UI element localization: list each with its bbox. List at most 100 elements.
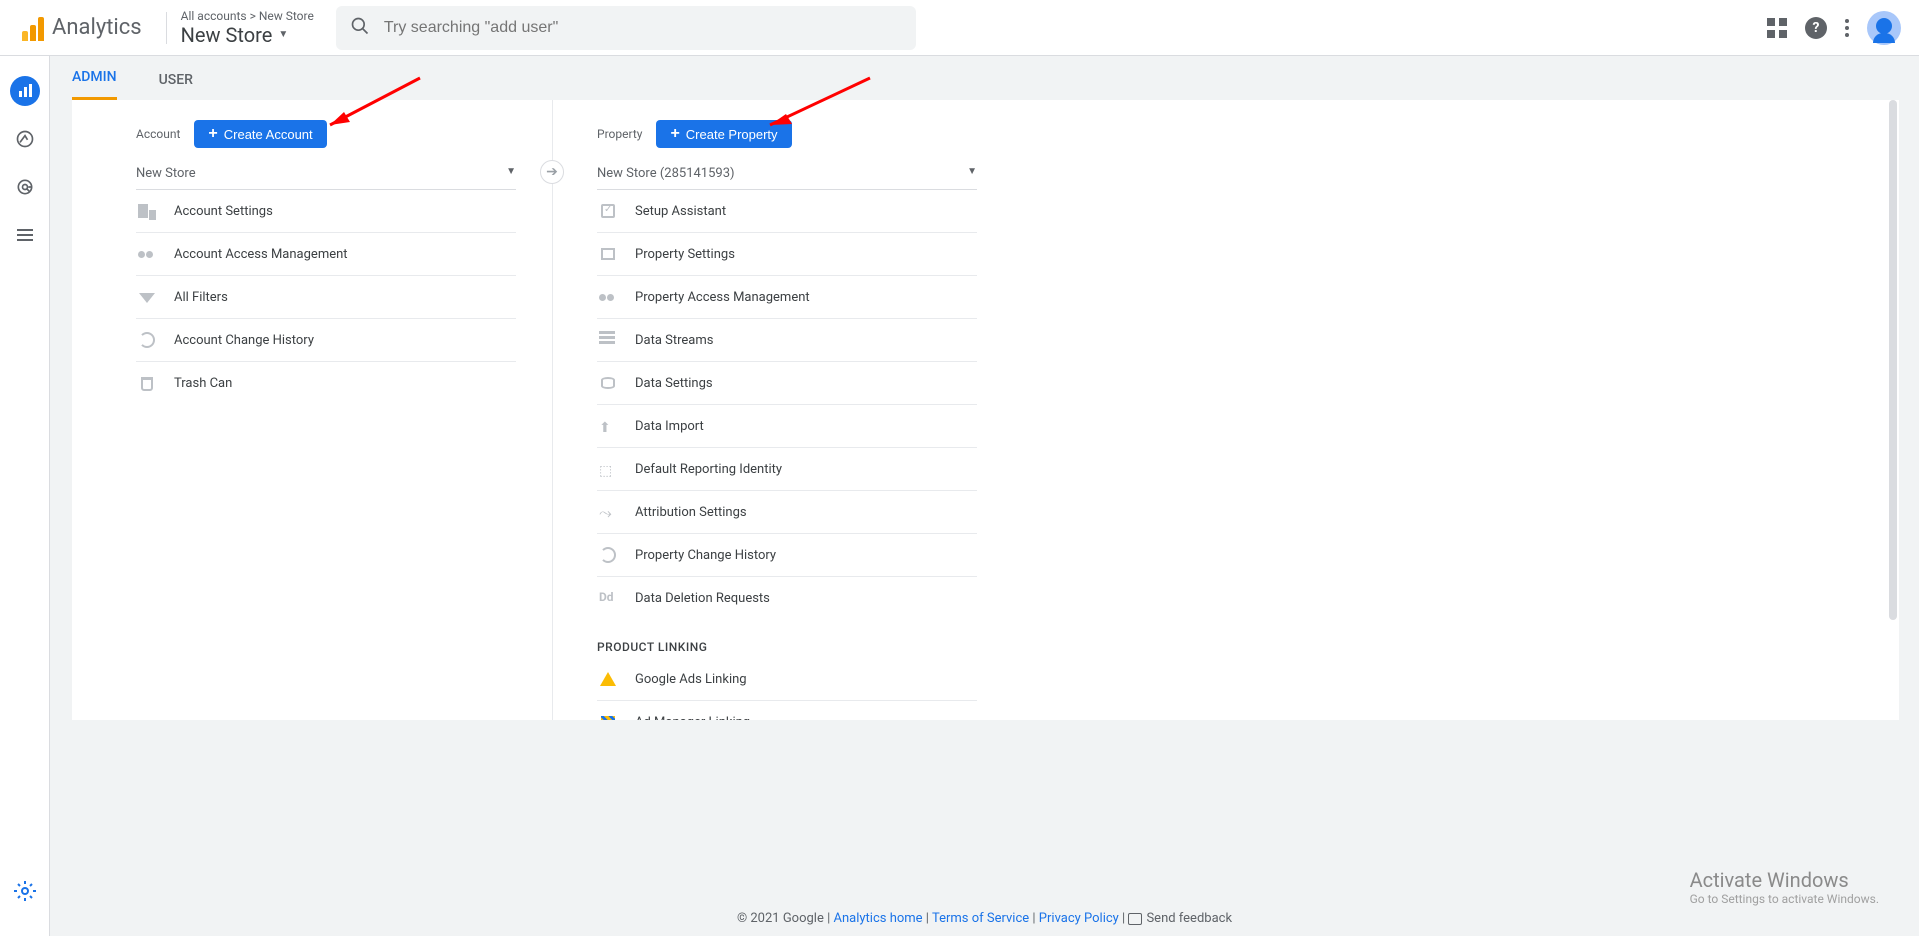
check-icon <box>597 204 619 218</box>
search-bar[interactable] <box>336 6 916 50</box>
dd-icon: Dd <box>597 590 619 608</box>
collapse-button[interactable]: ➔ <box>540 160 564 184</box>
item-label: Account Access Management <box>174 247 348 262</box>
list-item[interactable]: Dd Data Deletion Requests <box>597 577 977 620</box>
prop-icon <box>597 248 619 260</box>
item-label: Account Settings <box>174 204 273 219</box>
create-account-button[interactable]: + Create Account <box>194 120 326 148</box>
account-selector[interactable]: New Store ▼ <box>136 162 516 190</box>
trash-icon <box>136 377 158 391</box>
column-separator: ➔ <box>552 100 553 720</box>
list-item[interactable]: Property Access Management <box>597 276 977 319</box>
list-item[interactable]: Data Streams <box>597 319 977 362</box>
chevron-down-icon: ▼ <box>506 166 516 181</box>
help-icon[interactable]: ? <box>1805 17 1827 39</box>
product-linking-list: Google Ads Linking Ad Manager Linking <box>597 658 977 720</box>
search-icon <box>350 16 370 40</box>
item-label: Account Change History <box>174 333 314 348</box>
account-selected: New Store <box>136 166 196 181</box>
item-label: Setup Assistant <box>635 204 726 219</box>
create-property-label: Create Property <box>686 127 778 142</box>
item-label: All Filters <box>174 290 228 305</box>
list-item[interactable]: Default Reporting Identity <box>597 448 977 491</box>
item-label: Data Import <box>635 419 704 434</box>
stream-icon <box>597 331 619 349</box>
list-item[interactable]: Data Import <box>597 405 977 448</box>
nav-advertising-icon[interactable] <box>10 172 40 202</box>
nav-reports-icon[interactable] <box>10 76 40 106</box>
scrollbar[interactable] <box>1889 100 1897 720</box>
logo-block[interactable]: Analytics <box>12 15 152 41</box>
footer-tos-link[interactable]: Terms of Service <box>932 911 1029 926</box>
feedback-icon <box>1128 913 1142 925</box>
funnel-icon <box>136 291 158 303</box>
app-header: Analytics All accounts > New Store New S… <box>0 0 1919 56</box>
property-selected: New Store (285141593) <box>597 166 735 181</box>
footer-home-link[interactable]: Analytics home <box>834 911 923 926</box>
attr-icon <box>597 503 619 521</box>
footer-copyright: © 2021 Google <box>737 911 824 926</box>
item-label: Property Access Management <box>635 290 810 305</box>
group-icon <box>136 245 158 263</box>
property-selector[interactable]: New Store (285141593) ▼ <box>597 162 977 190</box>
item-label: Property Settings <box>635 247 735 262</box>
nav-explore-icon[interactable] <box>10 124 40 154</box>
am-icon <box>597 716 619 721</box>
list-item[interactable]: Account Settings <box>136 190 516 233</box>
chevron-down-icon: ▼ <box>278 29 288 40</box>
list-item[interactable]: Google Ads Linking <box>597 658 977 701</box>
footer-privacy-link[interactable]: Privacy Policy <box>1039 911 1119 926</box>
create-account-label: Create Account <box>224 127 313 142</box>
list-item[interactable]: All Filters <box>136 276 516 319</box>
item-label: Attribution Settings <box>635 505 747 520</box>
product-linking-header: PRODUCT LINKING <box>597 640 977 654</box>
item-label: Property Change History <box>635 548 776 563</box>
list-item[interactable]: Ad Manager Linking <box>597 701 977 720</box>
property-column: Property + Create Property New Store (28… <box>553 100 1009 720</box>
avatar[interactable] <box>1867 11 1901 45</box>
account-name: New Store <box>181 23 273 47</box>
plus-icon: + <box>670 125 679 143</box>
product-name: Analytics <box>52 15 142 40</box>
admin-gear-icon[interactable] <box>10 876 40 906</box>
history-icon <box>597 547 619 563</box>
more-menu-icon[interactable] <box>1845 19 1849 37</box>
id-icon <box>597 460 619 478</box>
admin-panel: Account + Create Account New Store ▼ Acc… <box>72 100 1899 720</box>
tab-admin[interactable]: ADMIN <box>72 57 117 100</box>
item-label: Default Reporting Identity <box>635 462 782 477</box>
breadcrumb: All accounts > New Store <box>181 9 314 23</box>
nav-configure-icon[interactable] <box>10 220 40 250</box>
create-property-button[interactable]: + Create Property <box>656 120 791 148</box>
footer-feedback[interactable]: Send feedback <box>1146 911 1232 926</box>
item-label: Data Deletion Requests <box>635 591 770 606</box>
account-label: Account <box>136 127 180 141</box>
search-input[interactable] <box>384 19 902 37</box>
account-settings-list: Account Settings Account Access Managemen… <box>136 190 516 405</box>
list-item[interactable]: Property Settings <box>597 233 977 276</box>
list-item[interactable]: Trash Can <box>136 362 516 405</box>
ads-icon <box>597 672 619 686</box>
list-item[interactable]: Account Access Management <box>136 233 516 276</box>
windows-watermark: Activate Windows Go to Settings to activ… <box>1690 868 1879 906</box>
left-nav <box>0 56 50 936</box>
building-icon <box>136 202 158 220</box>
db-icon <box>597 377 619 389</box>
main-content: ADMIN USER Account + Create Account New … <box>50 56 1919 936</box>
apps-icon[interactable] <box>1767 18 1787 38</box>
list-item[interactable]: Account Change History <box>136 319 516 362</box>
tab-user[interactable]: USER <box>159 60 193 100</box>
list-item[interactable]: Data Settings <box>597 362 977 405</box>
item-label: Data Streams <box>635 333 713 348</box>
footer: © 2021 Google | Analytics home | Terms o… <box>50 911 1919 926</box>
list-item[interactable]: Setup Assistant <box>597 190 977 233</box>
history-icon <box>136 332 158 348</box>
account-picker[interactable]: All accounts > New Store New Store ▼ <box>181 9 314 47</box>
list-item[interactable]: Attribution Settings <box>597 491 977 534</box>
upload-icon <box>597 417 619 435</box>
group-icon <box>597 288 619 306</box>
divider <box>166 12 167 44</box>
item-label: Google Ads Linking <box>635 672 747 687</box>
analytics-logo-icon <box>22 15 44 41</box>
list-item[interactable]: Property Change History <box>597 534 977 577</box>
